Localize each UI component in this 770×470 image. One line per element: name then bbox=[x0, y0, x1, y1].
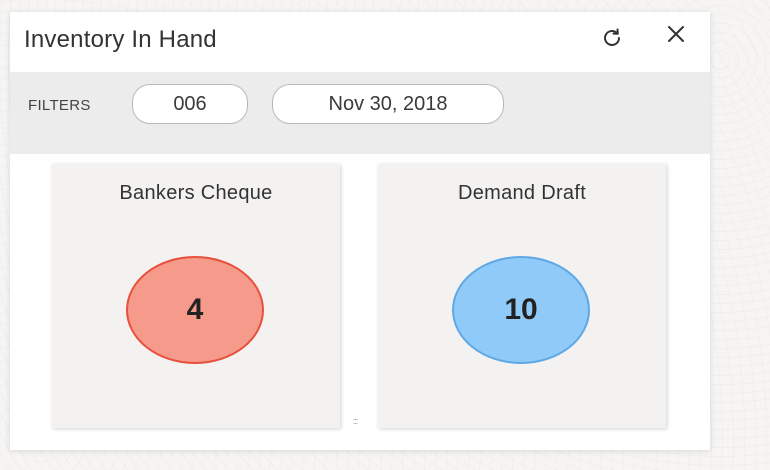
filters-label: FILTERS bbox=[28, 97, 91, 114]
refresh-button[interactable] bbox=[598, 26, 626, 54]
card-bankers-cheque[interactable]: Bankers Cheque 4 bbox=[52, 164, 340, 428]
widget-title: Inventory In Hand bbox=[24, 26, 217, 53]
widget-header: Inventory In Hand bbox=[10, 12, 710, 72]
filter-chip-code[interactable]: 006 bbox=[132, 84, 248, 124]
close-button[interactable] bbox=[662, 22, 690, 50]
card-title: Demand Draft bbox=[457, 182, 587, 204]
close-icon bbox=[665, 23, 687, 50]
refresh-icon bbox=[600, 26, 624, 55]
inventory-widget: Inventory In Hand FILTERS 006 Nov 30, 20… bbox=[10, 12, 710, 450]
filters-bar: FILTERS 006 Nov 30, 2018 bbox=[10, 72, 710, 154]
count-circle[interactable]: 10 bbox=[452, 256, 590, 364]
resize-handle-icon[interactable]: ::: bbox=[348, 417, 362, 426]
card-title: Bankers Cheque bbox=[119, 182, 273, 204]
filter-chip-date[interactable]: Nov 30, 2018 bbox=[272, 84, 504, 124]
card-demand-draft[interactable]: Demand Draft 10 bbox=[378, 164, 666, 428]
count-circle[interactable]: 4 bbox=[126, 256, 264, 364]
